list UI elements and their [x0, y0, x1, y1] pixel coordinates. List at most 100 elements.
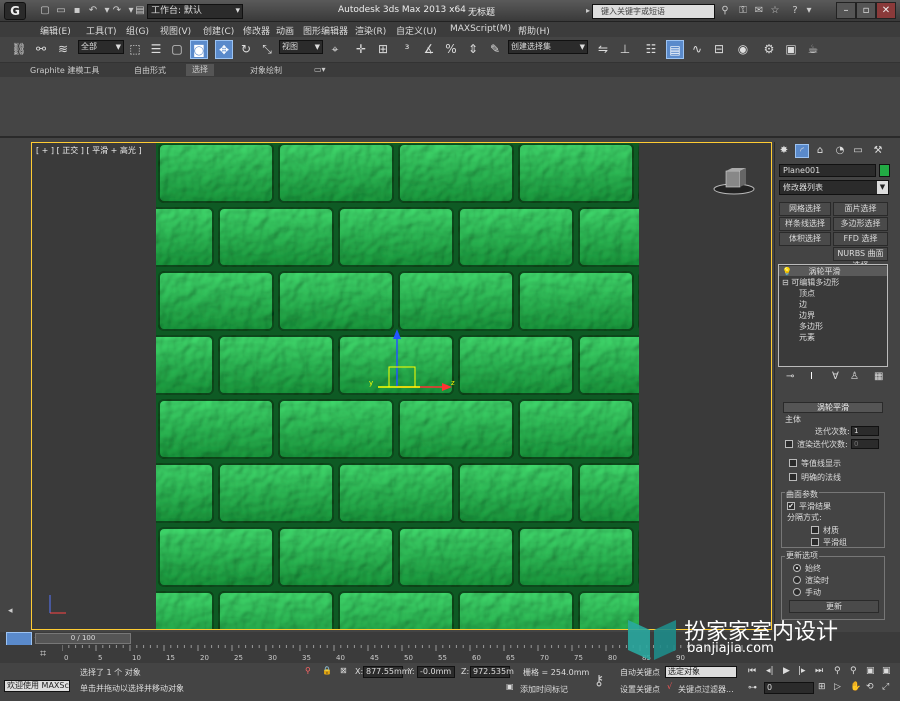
tab-object-paint[interactable]: 对象绘制 — [250, 65, 282, 76]
time-tag-icon[interactable]: ▣ — [506, 682, 514, 691]
key-selection-dropdown[interactable]: 选定对象 — [665, 666, 737, 678]
layer-manager-icon[interactable]: ☷ — [642, 40, 660, 59]
select-by-name-icon[interactable]: ☰ — [147, 40, 165, 59]
manually-radio[interactable] — [793, 588, 801, 596]
next-key-icon[interactable]: |▸ — [798, 666, 806, 676]
stack-sub-edge[interactable]: 边 — [779, 299, 887, 310]
redo-icon[interactable]: ↷ — [110, 4, 124, 18]
new-file-icon[interactable]: ▢ — [38, 4, 52, 18]
configure-sets-icon[interactable]: ▦ — [874, 371, 883, 382]
menu-maxscript[interactable]: MAXScript(M) — [450, 24, 511, 34]
motion-tab-icon[interactable]: ◔ — [833, 144, 847, 158]
menu-tools[interactable]: 工具(T) — [86, 24, 117, 37]
bind-space-warp-icon[interactable]: ≋ — [54, 40, 72, 59]
modifier-list-dropdown[interactable]: 修改器列表 ▼ — [779, 180, 889, 195]
rendered-frame-icon[interactable]: ▣ — [782, 40, 800, 59]
align-icon[interactable]: ⊥ — [616, 40, 634, 59]
tab-freeform[interactable]: 自由形式 — [134, 65, 166, 76]
key-mode-icon[interactable]: ⊶ — [748, 683, 757, 693]
stack-sub-vertex[interactable]: 顶点 — [779, 288, 887, 299]
prev-key-icon[interactable]: ◂| — [766, 666, 774, 676]
help-icon[interactable]: ? — [788, 4, 802, 18]
goto-start-icon[interactable]: ⏮ — [748, 666, 756, 676]
angle-snap-icon[interactable]: ∡ — [420, 40, 438, 59]
maxscript-listener-field[interactable]: 欢迎使用 MAXSc — [4, 680, 70, 692]
keyboard-shortcut-icon[interactable]: ⊞ — [374, 40, 392, 59]
x-coord-field[interactable]: 877.55mm — [363, 666, 410, 678]
viewport-label[interactable]: [ + ] [ 正交 ] [ 平滑 + 高光 ] — [36, 145, 142, 156]
reference-coord-dropdown[interactable]: 视图 ▼ — [279, 40, 323, 54]
percent-snap-icon[interactable]: % — [442, 40, 460, 59]
stack-sub-element[interactable]: 元素 — [779, 332, 887, 343]
zoom-extents-all-icon[interactable]: ▣ — [882, 666, 891, 676]
stack-item-editable-poly[interactable]: ⊟ 可编辑多边形 — [779, 277, 887, 288]
menu-edit[interactable]: 编辑(E) — [40, 24, 71, 37]
window-crossing-icon[interactable]: ◙ — [190, 40, 208, 59]
iterations-spinner[interactable]: 1 — [851, 426, 879, 436]
light-bulb-icon[interactable]: 💡 — [782, 267, 792, 276]
pin-stack-icon[interactable]: ⊸ — [786, 371, 794, 382]
hold-icon[interactable]: ▤ — [133, 4, 147, 18]
when-rendering-radio[interactable] — [793, 576, 801, 584]
isoline-checkbox[interactable] — [789, 459, 797, 467]
hierarchy-tab-icon[interactable]: ⌂ — [813, 144, 827, 158]
remove-modifier-icon[interactable]: ♙ — [850, 371, 859, 382]
menu-views[interactable]: 视图(V) — [160, 24, 191, 37]
menu-help[interactable]: 帮助(H) — [518, 24, 550, 37]
z-coord-field[interactable]: 972.535m — [470, 666, 514, 678]
snaps-toggle-icon[interactable]: ³ — [398, 40, 416, 59]
poly-select-button[interactable]: 多边形选择 — [833, 217, 888, 231]
minimize-button[interactable]: – — [836, 2, 856, 19]
key-filter-icon[interactable]: √ — [667, 682, 672, 691]
zoom-extents-icon[interactable]: ▣ — [866, 666, 875, 676]
maximize-viewport-icon[interactable]: ⤢ — [882, 682, 889, 692]
search-input[interactable]: 键入关键字或短语 — [592, 4, 715, 19]
materials-checkbox[interactable] — [811, 526, 819, 534]
render-production-icon[interactable]: ☕ — [804, 40, 822, 59]
object-name-field[interactable]: Plane001 — [779, 164, 876, 177]
turbosmooth-rollout-header[interactable]: 涡轮平滑 — [783, 402, 883, 413]
show-end-result-icon[interactable]: Ⅰ — [810, 371, 813, 382]
smooth-result-checkbox[interactable]: ✔ — [787, 502, 795, 510]
mesh-select-button[interactable]: 网格选择 — [779, 202, 831, 216]
nurbs-surf-select-button[interactable]: NURBS 曲面选择 — [833, 247, 888, 270]
scroll-left-icon[interactable]: ◂ — [8, 606, 13, 616]
pan-icon[interactable]: ✋ — [850, 682, 861, 692]
always-radio[interactable] — [793, 564, 801, 572]
mirror-icon[interactable]: ⇋ — [594, 40, 612, 59]
create-tab-icon[interactable]: ✸ — [777, 144, 791, 158]
expand-icon[interactable]: ⊟ — [782, 278, 789, 287]
search-icon[interactable]: ⚲ — [718, 4, 732, 18]
transform-mode-icon[interactable]: ⊠ — [340, 666, 347, 675]
edit-named-selection-icon[interactable]: ✎ — [486, 40, 504, 59]
menu-graph-editors[interactable]: 图形编辑器 — [303, 24, 348, 37]
play-icon[interactable]: ▶ — [783, 666, 790, 676]
spinner-snap-icon[interactable]: ⇕ — [464, 40, 482, 59]
tab-graphite-modeling[interactable]: Graphite 建模工具 — [30, 65, 99, 76]
curve-editor-mini-icon[interactable]: ⌗ — [40, 647, 46, 661]
current-frame-field[interactable]: 0 — [764, 682, 814, 694]
material-editor-icon[interactable]: ◉ — [734, 40, 752, 59]
field-of-view-icon[interactable]: ▷ — [834, 682, 841, 692]
select-and-rotate-icon[interactable]: ↻ — [237, 40, 255, 59]
view-cube-icon[interactable] — [712, 167, 756, 197]
schematic-view-icon[interactable]: ⊟ — [710, 40, 728, 59]
add-time-tag[interactable]: 添加时间标记 — [520, 684, 568, 695]
select-object-icon[interactable]: ⬚ — [126, 40, 144, 59]
auto-key-button[interactable]: 自动关键点 — [620, 667, 660, 678]
y-coord-field[interactable]: -0.0mm — [417, 666, 455, 678]
selection-filter-dropdown[interactable]: 全部 ▼ — [78, 40, 124, 54]
lock-selection-icon[interactable]: 🔒 — [322, 666, 332, 675]
graphite-toggle-icon[interactable]: ▤ — [666, 40, 684, 59]
modify-tab-icon[interactable]: ◜ — [795, 144, 809, 158]
stack-sub-border[interactable]: 边界 — [779, 310, 887, 321]
unlink-icon[interactable]: ⚯ — [32, 40, 50, 59]
undo-icon[interactable]: ↶ — [86, 4, 100, 18]
front-viewport[interactable]: [ + ] [ 正交 ] [ 平滑 + 高光 ] y z — [31, 142, 772, 630]
curve-editor-icon[interactable]: ∿ — [688, 40, 706, 59]
time-config-icon[interactable]: ⊞ — [818, 682, 826, 692]
key-filters-button[interactable]: 关键点过滤器... — [678, 684, 734, 695]
menu-rendering[interactable]: 渲染(R) — [355, 24, 386, 37]
object-color-swatch[interactable] — [879, 164, 890, 177]
select-and-move-icon[interactable]: ✥ — [215, 40, 233, 59]
